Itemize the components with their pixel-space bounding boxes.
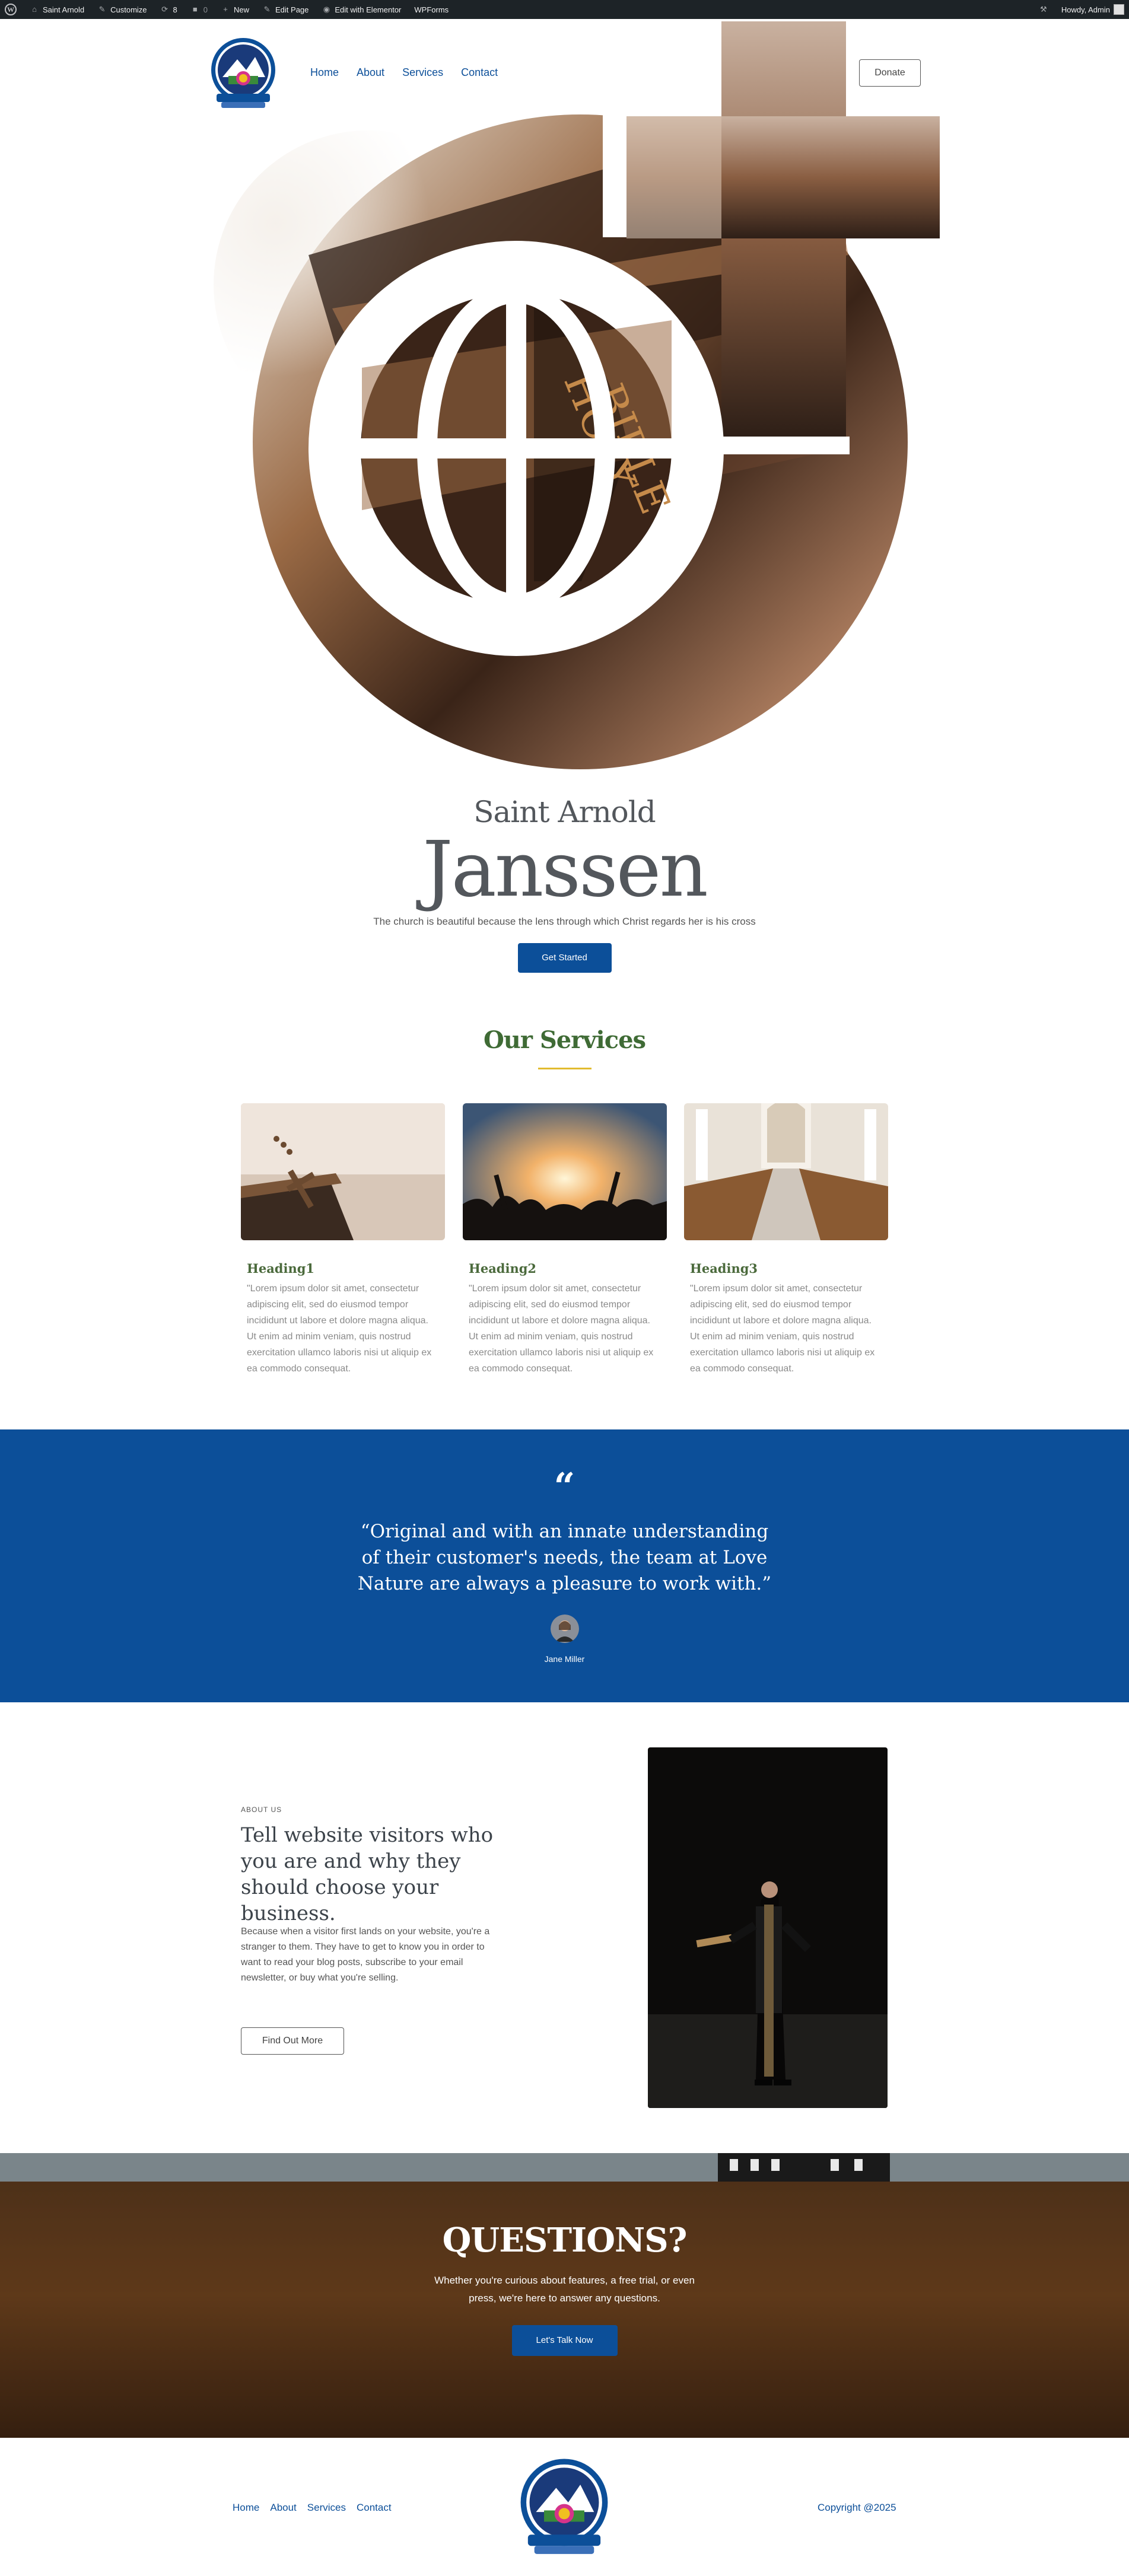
testimonial-quote: “Original and with an innate understandi…: [357, 1521, 772, 1594]
service-image-rosary: [241, 1103, 445, 1240]
footer-nav-contact[interactable]: Contact: [357, 2502, 392, 2514]
hero-section: Saint Arnold Janssen The church is beaut…: [0, 795, 1129, 973]
questions-content: QUESTIONS? Whether you're curious about …: [0, 2153, 1129, 2356]
church-logo[interactable]: [211, 36, 276, 112]
questions-title: QUESTIONS?: [442, 2221, 688, 2260]
service-card-3: Heading3 "Lorem ipsum dolor sit amet, co…: [684, 1100, 888, 1377]
site-header: Home About Services Contact Donate: [0, 19, 1129, 126]
footer-nav-about[interactable]: About: [270, 2502, 296, 2514]
service-text-3: "Lorem ipsum dolor sit amet, consectetur…: [690, 1284, 875, 1374]
hero-description: The church is beautiful because the lens…: [373, 916, 756, 927]
service-heading-1: Heading1: [247, 1261, 315, 1276]
lets-talk-button[interactable]: Let's Talk Now: [511, 2325, 618, 2356]
footer-copyright: Copyright @2025: [818, 2502, 896, 2513]
about-title: Tell website visitors who you are and wh…: [241, 1823, 494, 1925]
about-image-priest: [648, 1747, 888, 2108]
questions-text: Whether you're curious about features, a…: [434, 2275, 695, 2304]
footer-nav-home[interactable]: Home: [233, 2502, 259, 2514]
service-card-2: Heading2 "Lorem ipsum dolor sit amet, co…: [463, 1103, 667, 1377]
donate-button[interactable]: Donate: [859, 59, 921, 87]
footer-nav: Home About Services Contact: [233, 2502, 392, 2514]
service-text-2: "Lorem ipsum dolor sit amet, consectetur…: [469, 1284, 654, 1374]
site-footer: Home About Services Contact Copyright @2…: [0, 2438, 1129, 2576]
find-out-more-button[interactable]: Find Out More: [241, 2027, 344, 2055]
about-label: ABOUT US: [241, 1806, 282, 1814]
service-text-1: "Lorem ipsum dolor sit amet, consectetur…: [247, 1284, 432, 1374]
questions-section: QUESTIONS? Whether you're curious about …: [0, 2153, 1129, 2438]
service-heading-2: Heading2: [469, 1261, 537, 1276]
services-divider: [538, 1068, 591, 1069]
nav-contact[interactable]: Contact: [461, 66, 498, 79]
nav-services[interactable]: Services: [402, 66, 443, 79]
quote-mark-icon: “: [554, 1464, 575, 1508]
service-image-church-interior: [684, 1100, 888, 1240]
nav-about[interactable]: About: [357, 66, 384, 79]
footer-logo[interactable]: [520, 2456, 609, 2559]
main-nav: Home About Services Contact: [310, 66, 498, 79]
nav-home[interactable]: Home: [310, 66, 339, 79]
footer-nav-services[interactable]: Services: [307, 2502, 346, 2514]
service-heading-3: Heading3: [690, 1261, 758, 1276]
hero-subtitle: Saint Arnold: [473, 795, 656, 829]
testimonial-name: Jane Miller: [544, 1654, 585, 1664]
testimonial-section: “ “Original and with an innate understan…: [0, 1429, 1129, 1702]
get-started-button[interactable]: Get Started: [517, 943, 612, 973]
testimonial-avatar: [550, 1615, 579, 1643]
hero-title: Janssen: [422, 826, 708, 914]
service-card-1: Heading1 "Lorem ipsum dolor sit amet, co…: [241, 1103, 445, 1377]
about-text: Because when a visitor first lands on yo…: [241, 1927, 490, 1983]
service-image-worship: [463, 1103, 667, 1240]
services-title: Our Services: [483, 1026, 646, 1054]
